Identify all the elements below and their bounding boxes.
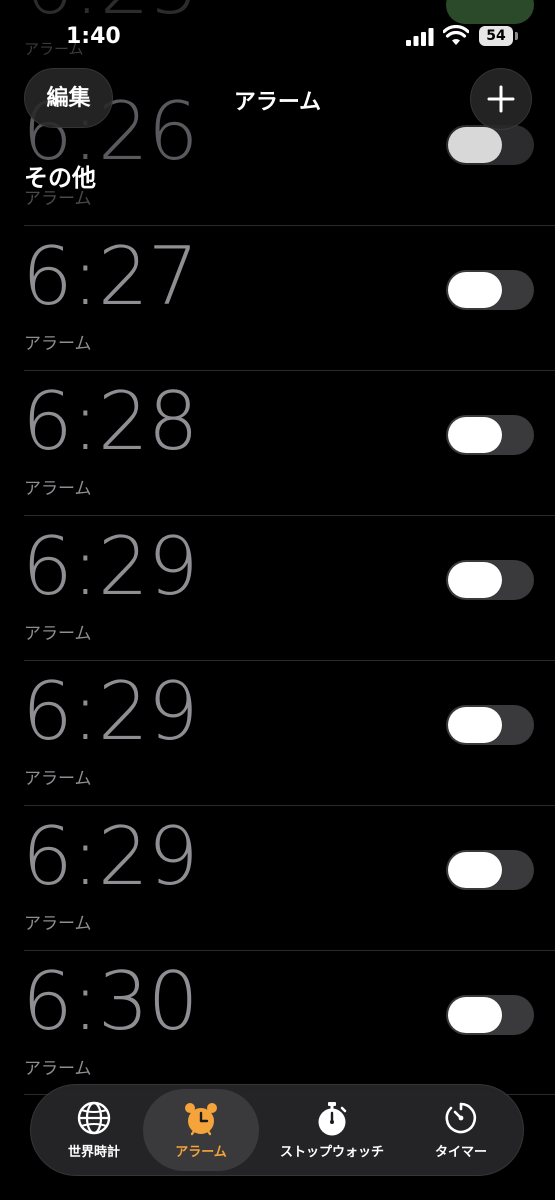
row-divider [24, 660, 555, 661]
alarm-toggle[interactable] [446, 705, 534, 745]
alarm-row[interactable]: 6:29 アラーム [22, 515, 555, 660]
alarm-label: アラーム [24, 914, 92, 934]
alarm-label: アラーム [24, 334, 92, 354]
alarm-time: 6:29 [22, 665, 199, 758]
stopwatch-icon [315, 1101, 349, 1141]
status-bar: 1:40 54 [0, 0, 555, 70]
toggle-knob [448, 127, 502, 163]
alarm-toggle[interactable] [446, 415, 534, 455]
battery-tip [515, 32, 518, 40]
toggle-knob [448, 997, 502, 1033]
tab-bar: 世界時計 アラーム ストップウォッチ タイマー [30, 1084, 524, 1176]
toggle-knob [448, 272, 502, 308]
section-header-other: その他 [24, 164, 96, 192]
alarm-row[interactable]: 6:29 アラーム [22, 660, 555, 805]
tab-alarm[interactable]: アラーム [143, 1089, 259, 1171]
battery-level: 54 [479, 26, 513, 46]
alarm-row[interactable]: 6:29 アラーム [22, 805, 555, 950]
toggle-knob [448, 562, 502, 598]
row-divider [24, 805, 555, 806]
row-divider [24, 515, 555, 516]
alarm-toggle[interactable] [446, 560, 534, 600]
row-divider [24, 225, 555, 226]
alarm-row[interactable]: 6:27 アラーム [22, 225, 555, 370]
alarm-toggle[interactable] [446, 270, 534, 310]
tab-label: アラーム [175, 1145, 227, 1160]
alarm-toggle[interactable] [446, 850, 534, 890]
row-divider [24, 370, 555, 371]
tab-label: 世界時計 [67, 1145, 120, 1160]
tab-timer[interactable]: タイマー [411, 1089, 511, 1171]
plus-icon [487, 85, 515, 113]
alarm-time: 6:29 [22, 520, 199, 613]
alarm-clock-icon [183, 1101, 219, 1141]
alarm-time: 6:27 [22, 230, 199, 323]
alarm-label: アラーム [24, 479, 92, 499]
alarm-row[interactable]: 6:30 アラーム [22, 950, 555, 1095]
alarm-time: 6:30 [22, 955, 199, 1048]
toggle-knob [448, 852, 502, 888]
alarm-time: 6:28 [22, 375, 199, 468]
tab-stopwatch[interactable]: ストップウォッチ [263, 1089, 401, 1171]
add-alarm-button[interactable] [470, 68, 532, 130]
cellular-signal-icon [406, 28, 434, 50]
alarm-toggle[interactable] [446, 995, 534, 1035]
alarm-label: アラーム [24, 624, 92, 644]
alarm-time: 6:29 [22, 810, 199, 903]
status-time: 1:40 [66, 24, 121, 49]
row-divider [24, 950, 555, 951]
alarm-toggle[interactable] [446, 125, 534, 165]
alarm-label: アラーム [24, 1059, 92, 1079]
alarm-row[interactable]: 6:28 アラーム [22, 370, 555, 515]
tab-world-clock[interactable]: 世界時計 [45, 1089, 143, 1171]
globe-icon [77, 1101, 111, 1139]
alarm-label: アラーム [24, 769, 92, 789]
wifi-icon [442, 24, 470, 51]
tab-label: タイマー [434, 1145, 487, 1160]
toggle-knob [448, 417, 502, 453]
toggle-knob [448, 707, 502, 743]
timer-icon [444, 1101, 478, 1139]
tab-label: ストップウォッチ [279, 1145, 384, 1160]
